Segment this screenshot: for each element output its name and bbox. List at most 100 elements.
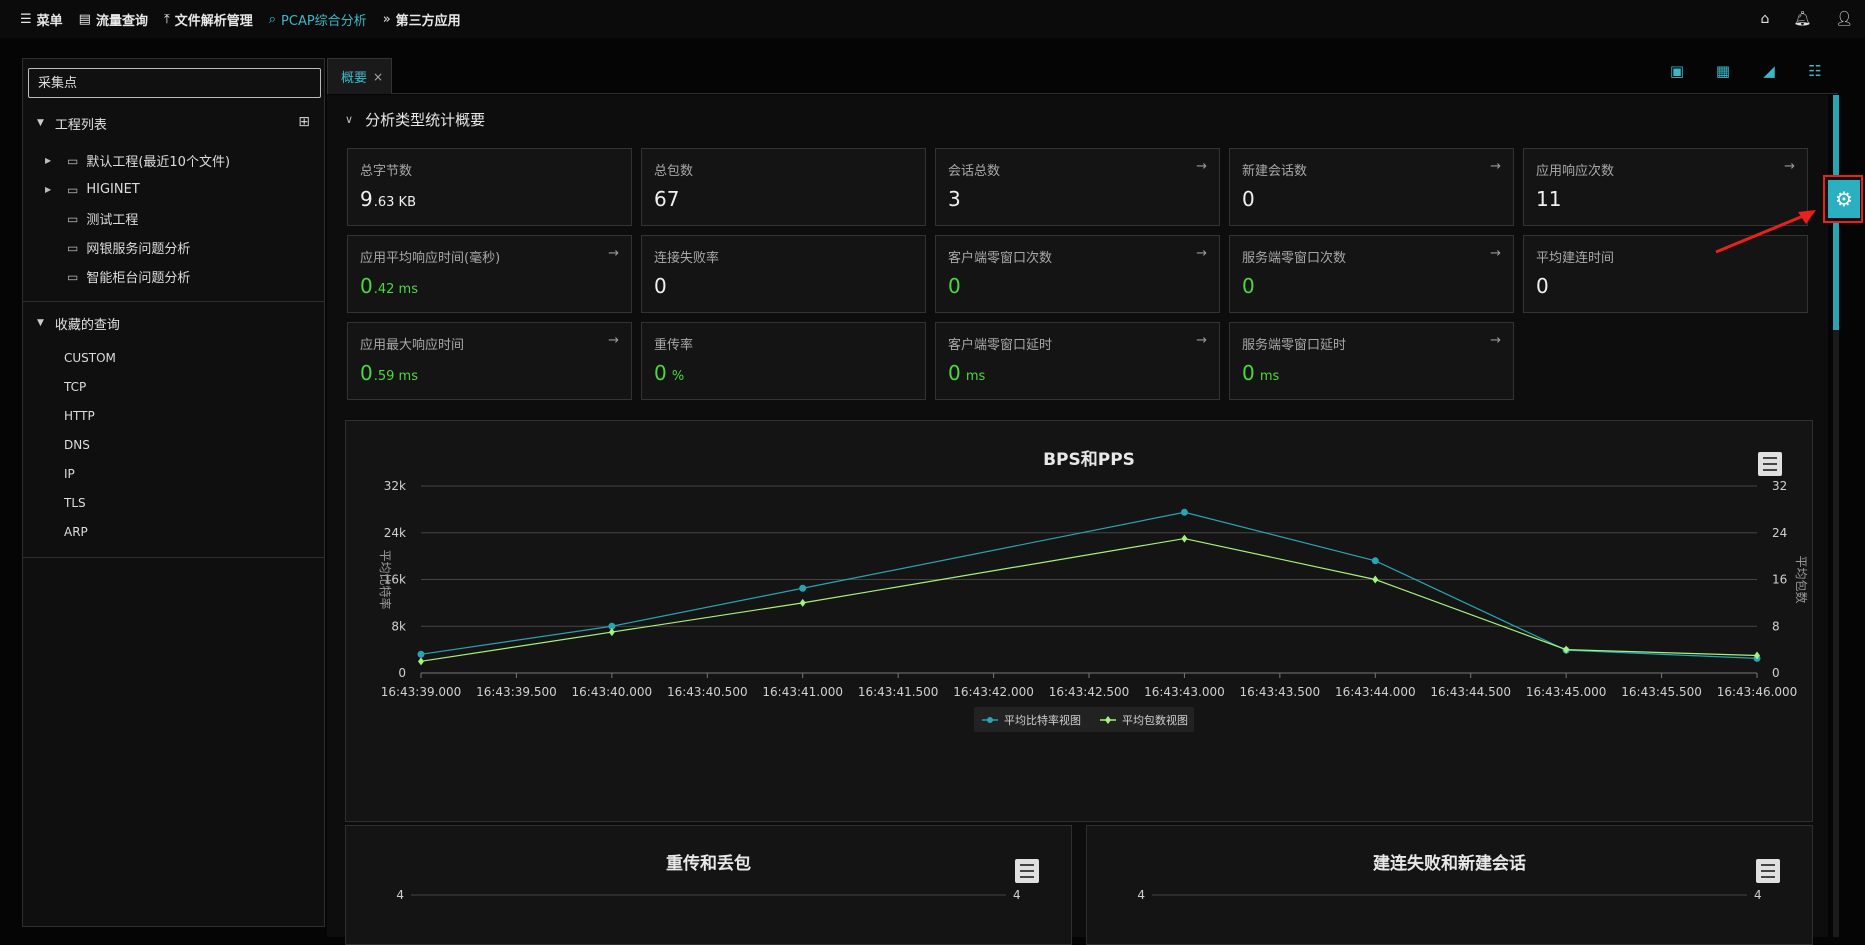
caret-down-icon[interactable]: ▼	[37, 318, 44, 328]
y-tick-label-right: 4	[1013, 888, 1021, 902]
stat-card: 重传率 0 %	[641, 322, 926, 400]
chart-title: 重传和丢包	[666, 853, 751, 874]
y-axis-label-right: 平均包数	[1794, 555, 1809, 603]
arrow-right-icon[interactable]: →	[1784, 159, 1795, 174]
nav-item[interactable]: ☰ 菜单	[20, 10, 63, 29]
caret-down-icon[interactable]: ▼	[37, 118, 44, 128]
stat-card: 应用平均响应时间(毫秒) → 0.42 ms	[347, 235, 632, 313]
arrow-right-icon[interactable]: →	[1490, 246, 1501, 261]
series-line	[420, 511, 1758, 659]
y-tick-label-right: 4	[1754, 888, 1762, 902]
upload-icon: ⤒	[163, 11, 170, 27]
x-tick-label: 16:43:39.000	[381, 685, 462, 699]
legend-label: 平均比特率视图	[1004, 713, 1081, 727]
close-icon[interactable]: ×	[373, 70, 383, 84]
stat-number: 3	[948, 187, 961, 211]
y-tick-label-left: 4	[1137, 888, 1145, 902]
chevron-down-icon[interactable]: ∨	[345, 113, 353, 126]
x-tick-label: 16:43:41.500	[858, 685, 939, 699]
project-item[interactable]: ▭ 智能柜台问题分析	[23, 262, 324, 291]
data-point	[418, 657, 424, 666]
caret-right-icon[interactable]: ▶	[45, 156, 67, 165]
nav-label: 菜单	[36, 13, 63, 29]
table-icon[interactable]: ▦	[1700, 62, 1746, 80]
stat-label: 应用响应次数	[1536, 164, 1615, 179]
project-item[interactable]: ▭ 网银服务问题分析	[23, 233, 324, 262]
project-item[interactable]: ▶ ▭ 默认工程(最近10个文件)	[23, 146, 324, 175]
x-tick-label: 16:43:41.000	[762, 685, 843, 699]
arrow-right-icon[interactable]: →	[1196, 159, 1207, 174]
stat-card: 客户端零窗口次数 → 0	[935, 235, 1220, 313]
line-chart-icon[interactable]: ▣	[1654, 62, 1700, 80]
y-tick-label-left: 8k	[391, 619, 406, 633]
favorite-query-item[interactable]: TCP	[23, 373, 324, 402]
folder-icon: ▭	[67, 240, 79, 255]
document-icon: ▤	[78, 11, 91, 27]
nav-item[interactable]: ⌕ PCAP综合分析	[269, 10, 367, 29]
collection-point-search-input[interactable]	[28, 68, 321, 98]
stat-label: 重传率	[654, 338, 694, 353]
favorite-query-item[interactable]: IP	[23, 460, 324, 489]
conn-fail-chart-panel: 建连失败和新建会话 4 4	[1086, 825, 1813, 945]
arrow-right-icon[interactable]: →	[608, 246, 619, 261]
project-item[interactable]: ▭ 测试工程	[23, 204, 324, 233]
favorite-query-item[interactable]: TLS	[23, 489, 324, 518]
arrow-right-icon[interactable]: →	[1196, 333, 1207, 348]
stat-value: 11	[1536, 187, 1561, 211]
project-list-title: 工程列表	[54, 117, 107, 133]
home-icon[interactable]: ⌂	[1761, 11, 1770, 27]
stat-label: 连接失败率	[654, 251, 720, 266]
stat-value: 0	[948, 274, 961, 298]
caret-right-icon[interactable]: ▶	[45, 185, 67, 194]
y-tick-label-right: 8	[1772, 619, 1780, 633]
folder-icon: ▭	[67, 211, 79, 226]
x-tick-label: 16:43:40.500	[667, 685, 748, 699]
list-view-icon[interactable]: ☷	[1792, 62, 1838, 80]
project-item[interactable]: ▶ ▭ HIGINET	[23, 175, 324, 204]
user-icon[interactable]: 👤︎	[1835, 11, 1853, 27]
stat-unit: ms	[961, 369, 986, 384]
stat-unit: .63 KB	[373, 195, 416, 210]
project-list-header[interactable]: ▼ 工程列表 ⊞	[23, 104, 324, 142]
nav-item[interactable]: » 第三方应用	[383, 10, 461, 29]
folder-icon: ▭	[67, 153, 79, 168]
tab-label: 概要	[341, 71, 368, 86]
favorite-query-item[interactable]: ARP	[23, 518, 324, 547]
chart-title: 建连失败和新建会话	[1373, 853, 1526, 874]
settings-button[interactable]: ⚙	[1823, 175, 1863, 223]
x-tick-label: 16:43:46.000	[1717, 685, 1798, 699]
double-chevron-icon: »	[382, 11, 391, 27]
nav-item[interactable]: ⤒ 文件解析管理	[164, 10, 253, 29]
stat-value: 3	[948, 187, 961, 211]
y-axis-label-left: 平均比特率	[378, 549, 393, 609]
y-tick-label-left: 0	[398, 666, 406, 680]
stat-label: 平均建连时间	[1536, 251, 1615, 266]
favorite-query-item[interactable]: DNS	[23, 431, 324, 460]
top-right-icons: ⌂ 🔔︎ 👤︎	[1737, 0, 1853, 38]
data-point	[1371, 557, 1379, 565]
stat-unit: .42 ms	[373, 282, 418, 297]
favorite-query-item[interactable]: CUSTOM	[23, 344, 324, 373]
arrow-right-icon[interactable]: →	[1490, 159, 1501, 174]
arrow-right-icon[interactable]: →	[1490, 333, 1501, 348]
data-point	[799, 584, 807, 592]
arrow-right-icon[interactable]: →	[1196, 246, 1207, 261]
add-folder-icon[interactable]: ⊞	[298, 114, 310, 130]
tab-overview[interactable]: 概要 ×	[327, 58, 392, 94]
favorite-query-item[interactable]: HTTP	[23, 402, 324, 431]
nav-label: 流量查询	[95, 13, 148, 29]
y-tick-label-left: 4	[396, 888, 404, 902]
favorites-header[interactable]: ▼ 收藏的查询	[23, 302, 324, 344]
data-point	[1181, 534, 1188, 543]
stat-label: 会话总数	[948, 164, 1001, 179]
nav-item[interactable]: ▤ 流量查询	[79, 10, 148, 29]
stat-number: 67	[654, 187, 680, 211]
area-chart-icon[interactable]: ◢	[1746, 62, 1792, 80]
section-header[interactable]: ∨ 分析类型统计概要	[345, 109, 485, 130]
stat-label: 服务端零窗口次数	[1242, 251, 1347, 266]
stat-number: 0	[1536, 274, 1549, 298]
gear-icon[interactable]: ⚙	[1828, 180, 1860, 218]
stat-card: 客户端零窗口延时 → 0 ms	[935, 322, 1220, 400]
bell-icon[interactable]: 🔔︎	[1793, 11, 1811, 27]
arrow-right-icon[interactable]: →	[608, 333, 619, 348]
